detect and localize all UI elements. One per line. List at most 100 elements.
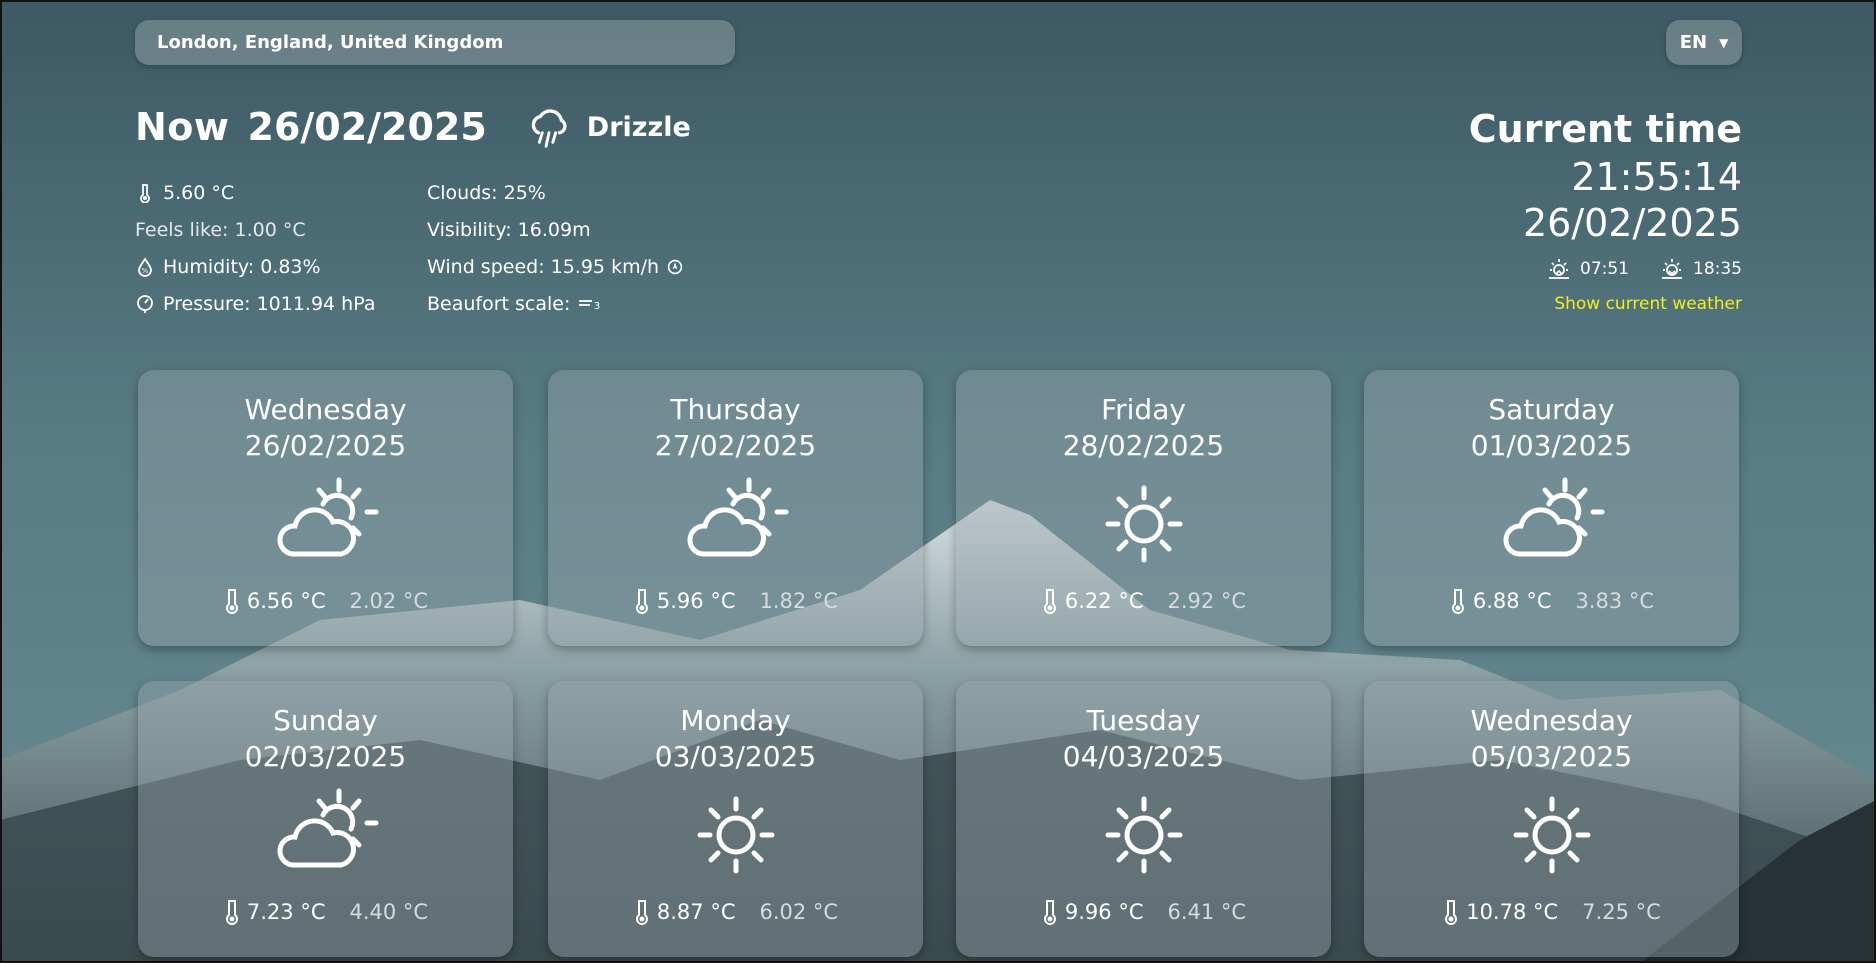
thermometer-icon bbox=[1451, 589, 1464, 614]
forecast-day: Friday bbox=[1101, 393, 1186, 426]
temperature-row: 5.60 °C bbox=[135, 174, 375, 211]
thermometer-icon bbox=[140, 183, 150, 203]
forecast-day: Sunday bbox=[273, 704, 378, 737]
forecast-temps: 5.96 °C 1.82 °C bbox=[548, 588, 923, 614]
pressure-row: Pressure: 1011.94 hPa bbox=[135, 285, 375, 322]
visibility-row: Visibility: 16.09m bbox=[427, 211, 683, 248]
thermometer-icon bbox=[1043, 900, 1056, 925]
sunset-icon bbox=[1662, 259, 1682, 279]
svg-text:%: % bbox=[142, 267, 149, 275]
sunrise-time: 07:51 bbox=[1580, 259, 1629, 279]
wind-speed-row: Wind speed: 15.95 km/h bbox=[427, 248, 683, 285]
forecast-date: 02/03/2025 bbox=[244, 740, 407, 773]
partly-cloudy-icon bbox=[686, 477, 788, 557]
now-condition: Drizzle bbox=[586, 111, 691, 143]
forecast-min: 6.41 °C bbox=[1167, 900, 1247, 924]
forecast-card[interactable]: Sunday 02/03/2025 7.23 °C 4.40 °C bbox=[138, 681, 513, 957]
current-time-value: 21:55:14 bbox=[1571, 155, 1742, 199]
partly-cloudy-icon bbox=[276, 477, 378, 557]
humidity-row: % Humidity: 0.83% bbox=[135, 248, 375, 285]
forecast-max: 7.23 °C bbox=[246, 900, 326, 924]
forecast-card[interactable]: Thursday 27/02/2025 5.96 °C 1.82 °C bbox=[548, 370, 923, 646]
temperature-value: 5.60 °C bbox=[163, 181, 235, 204]
forecast-card[interactable]: Monday 03/03/2025 8.87 °C 6.02 °C bbox=[548, 681, 923, 957]
forecast-max: 5.96 °C bbox=[656, 589, 736, 613]
wind-speed-value: Wind speed: 15.95 km/h bbox=[427, 255, 660, 278]
details-column-left: 5.60 °C Feels like: 1.00 °C % Humidity: … bbox=[135, 174, 375, 322]
current-date-value: 26/02/2025 bbox=[1522, 201, 1742, 245]
forecast-temps: 6.22 °C 2.92 °C bbox=[956, 588, 1331, 614]
thermometer-icon bbox=[225, 900, 238, 925]
thermometer-icon bbox=[1445, 900, 1458, 925]
clouds-value: Clouds: 25% bbox=[427, 181, 546, 204]
forecast-max: 9.96 °C bbox=[1064, 900, 1144, 924]
forecast-date: 05/03/2025 bbox=[1470, 740, 1633, 773]
feels-like-value: Feels like: 1.00 °C bbox=[135, 218, 306, 241]
current-time-panel: Current time 21:55:14 26/02/2025 07:51 1… bbox=[1469, 104, 1742, 314]
forecast-date: 26/02/2025 bbox=[244, 429, 407, 462]
forecast-date: 04/03/2025 bbox=[1062, 740, 1225, 773]
forecast-max: 6.88 °C bbox=[1472, 589, 1552, 613]
visibility-value: Visibility: 16.09m bbox=[427, 218, 591, 241]
thermometer-icon bbox=[225, 589, 238, 614]
clouds-row: Clouds: 25% bbox=[427, 174, 683, 211]
forecast-date: 01/03/2025 bbox=[1470, 429, 1633, 462]
thermometer-icon bbox=[1043, 589, 1056, 614]
sun-icon bbox=[1105, 485, 1182, 563]
pressure-value: Pressure: 1011.94 hPa bbox=[163, 292, 376, 315]
chevron-down-icon: ▼ bbox=[1719, 35, 1729, 50]
forecast-date: 28/02/2025 bbox=[1062, 429, 1225, 462]
forecast-day: Wednesday bbox=[1470, 704, 1633, 737]
gauge-icon bbox=[137, 294, 153, 313]
beaufort-wind-icon: 3 bbox=[579, 299, 601, 312]
forecast-card[interactable]: Saturday 01/03/2025 6.88 °C 3.83 °C bbox=[1364, 370, 1739, 646]
forecast-card[interactable]: Wednesday 26/02/2025 6.56 °C 2.02 °C bbox=[138, 370, 513, 646]
sun-icon bbox=[697, 796, 774, 874]
sun-icon bbox=[1105, 796, 1182, 874]
forecast-day: Saturday bbox=[1488, 393, 1615, 426]
language-select[interactable]: EN ▼ bbox=[1666, 20, 1742, 65]
forecast-min: 7.25 °C bbox=[1582, 900, 1661, 924]
wind-direction-icon bbox=[667, 259, 683, 274]
now-date: 26/02/2025 bbox=[247, 105, 487, 149]
forecast-day: Thursday bbox=[670, 393, 801, 426]
forecast-min: 4.40 °C bbox=[349, 900, 429, 924]
forecast-day: Monday bbox=[680, 704, 791, 737]
forecast-min: 3.83 °C bbox=[1575, 589, 1655, 613]
forecast-card[interactable]: Friday 28/02/2025 6.22 °C 2.92 °C bbox=[956, 370, 1331, 646]
humidity-icon: % bbox=[138, 256, 152, 277]
forecast-day: Tuesday bbox=[1086, 704, 1201, 737]
partly-cloudy-icon bbox=[1502, 477, 1604, 557]
forecast-min: 1.82 °C bbox=[759, 589, 839, 613]
show-current-weather-link[interactable]: Show current weather bbox=[1469, 294, 1742, 314]
location-search-value: London, England, United Kingdom bbox=[157, 32, 504, 53]
forecast-date: 03/03/2025 bbox=[654, 740, 817, 773]
forecast-max: 10.78 °C bbox=[1466, 900, 1559, 924]
forecast-temps: 10.78 °C 7.25 °C bbox=[1364, 899, 1739, 925]
forecast-min: 2.02 °C bbox=[349, 589, 429, 613]
feels-like-row: Feels like: 1.00 °C bbox=[135, 211, 375, 248]
forecast-temps: 7.23 °C 4.40 °C bbox=[138, 899, 513, 925]
forecast-min: 6.02 °C bbox=[759, 900, 839, 924]
current-time-title: Current time bbox=[1468, 107, 1742, 151]
sunrise-icon bbox=[1549, 259, 1569, 279]
forecast-card[interactable]: Tuesday 04/03/2025 9.96 °C 6.41 °C bbox=[956, 681, 1331, 957]
humidity-value: Humidity: 0.83% bbox=[163, 255, 321, 278]
forecast-max: 6.56 °C bbox=[246, 589, 326, 613]
forecast-min: 2.92 °C bbox=[1167, 589, 1247, 613]
forecast-date: 27/02/2025 bbox=[654, 429, 817, 462]
forecast-temps: 6.56 °C 2.02 °C bbox=[138, 588, 513, 614]
drizzle-icon bbox=[531, 109, 567, 148]
now-label: Now bbox=[135, 105, 230, 149]
forecast-card[interactable]: Wednesday 05/03/2025 10.78 °C 7.25 °C bbox=[1364, 681, 1739, 957]
sunset-time: 18:35 bbox=[1693, 259, 1742, 279]
location-search-input[interactable]: London, England, United Kingdom bbox=[135, 20, 735, 65]
forecast-max: 6.22 °C bbox=[1064, 589, 1144, 613]
forecast-temps: 8.87 °C 6.02 °C bbox=[548, 899, 923, 925]
details-column-right: Clouds: 25% Visibility: 16.09m Wind spee… bbox=[427, 174, 683, 322]
svg-text:3: 3 bbox=[594, 301, 600, 312]
thermometer-icon bbox=[635, 900, 648, 925]
forecast-temps: 9.96 °C 6.41 °C bbox=[956, 899, 1331, 925]
forecast-max: 8.87 °C bbox=[656, 900, 736, 924]
current-weather-header: Now 26/02/2025 Drizzle bbox=[135, 104, 691, 150]
